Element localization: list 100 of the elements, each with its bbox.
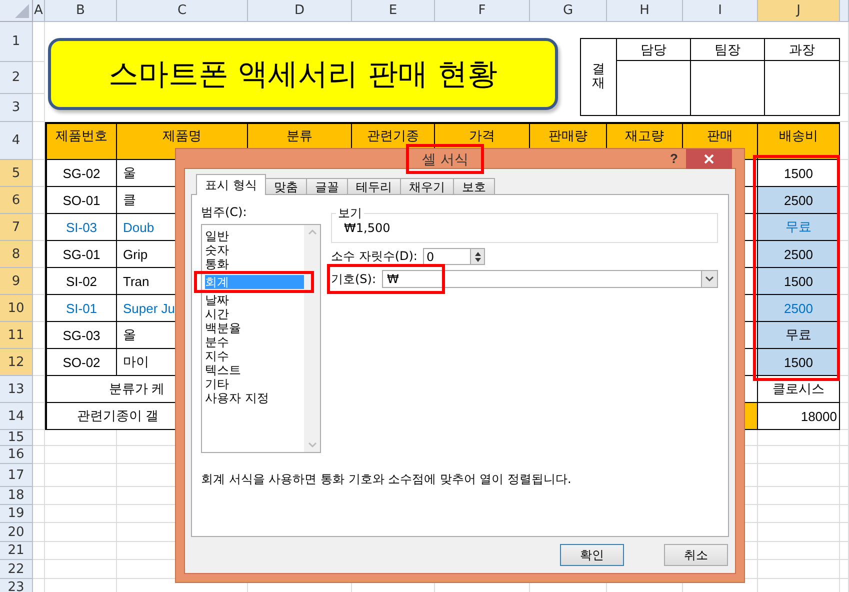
sheet-cell[interactable] [840, 505, 849, 523]
select-all-icon[interactable] [15, 4, 29, 18]
table-cell[interactable]: 2500 [758, 187, 840, 214]
sheet-cell[interactable] [840, 187, 849, 214]
row-header[interactable]: 7 [0, 214, 33, 241]
column-header[interactable]: E [352, 0, 435, 22]
table-cell[interactable]: 1500 [758, 349, 840, 376]
sheet-cell[interactable] [840, 160, 849, 187]
column-header[interactable]: I [683, 0, 758, 22]
sheet-cell[interactable] [45, 523, 117, 542]
sheet-cell[interactable] [758, 487, 840, 505]
sheet-cell[interactable] [33, 464, 45, 487]
sheet-cell[interactable] [758, 542, 840, 560]
sheet-cell[interactable] [33, 542, 45, 560]
sheet-cell[interactable] [840, 446, 849, 464]
sheet-cell[interactable] [840, 560, 849, 579]
row-header[interactable]: 22 [0, 560, 33, 579]
column-header[interactable]: H [607, 0, 683, 22]
row-header[interactable]: 21 [0, 542, 33, 560]
sheet-cell[interactable] [45, 446, 117, 464]
row-header[interactable]: 10 [0, 295, 33, 322]
category-item[interactable]: 사용자 지정 [205, 391, 304, 405]
sheet-cell[interactable] [840, 487, 849, 505]
dialog-tab[interactable]: 보호 [452, 178, 495, 195]
row-header[interactable]: 4 [0, 122, 33, 160]
row-header[interactable]: 17 [0, 464, 33, 487]
row-header[interactable]: 15 [0, 430, 33, 446]
sheet-cell[interactable] [758, 523, 840, 542]
sheet-cell[interactable] [33, 22, 45, 62]
sheet-cell[interactable] [33, 523, 45, 542]
header-cell: 제품번호 [45, 122, 117, 160]
sheet-cell[interactable] [45, 542, 117, 560]
sheet-cell[interactable] [840, 464, 849, 487]
column-header[interactable] [840, 0, 849, 22]
row-header[interactable]: 1 [0, 22, 33, 62]
sheet-cell[interactable] [758, 560, 840, 579]
dialog-tab[interactable]: 채우기 [400, 178, 454, 195]
row-header[interactable]: 11 [0, 322, 33, 349]
sheet-cell[interactable] [45, 487, 117, 505]
row-header[interactable]: 3 [0, 94, 33, 122]
sheet-cell[interactable] [840, 523, 849, 542]
dialog-tab[interactable]: 글꼴 [306, 178, 348, 195]
row-header[interactable]: 6 [0, 187, 33, 214]
sheet-cell[interactable] [33, 430, 45, 446]
ok-button[interactable]: 확인 [560, 544, 624, 566]
sheet-cell[interactable] [758, 446, 840, 464]
approval-header: 담당 [617, 39, 691, 61]
row-header[interactable]: 16 [0, 446, 33, 464]
row-header[interactable]: 18 [0, 487, 33, 505]
dialog-tab[interactable]: 테두리 [346, 178, 401, 195]
row-header[interactable]: 9 [0, 268, 33, 295]
sheet-cell[interactable] [33, 446, 45, 464]
sheet-cell[interactable] [33, 560, 45, 579]
cancel-button[interactable]: 취소 [664, 544, 728, 566]
sheet-cell[interactable] [33, 62, 45, 94]
sheet-cell[interactable] [840, 214, 849, 241]
close-button[interactable] [686, 149, 732, 169]
column-header[interactable]: G [530, 0, 607, 22]
sheet-cell[interactable] [45, 560, 117, 579]
sheet-cell[interactable] [33, 505, 45, 523]
sheet-cell[interactable] [758, 464, 840, 487]
row-header[interactable]: 23 [0, 579, 33, 592]
row-header[interactable]: 13 [0, 376, 33, 403]
row-header[interactable]: 20 [0, 523, 33, 542]
column-header[interactable]: F [435, 0, 530, 22]
column-header[interactable]: D [248, 0, 352, 22]
spin-arrows-icon[interactable] [474, 250, 482, 262]
sheet-cell[interactable] [33, 94, 45, 122]
row-header[interactable]: 8 [0, 241, 33, 268]
sheet-cell[interactable] [840, 542, 849, 560]
column-header[interactable]: A [33, 0, 45, 22]
table-cell[interactable]: 2500 [758, 241, 840, 268]
column-header[interactable]: B [45, 0, 117, 22]
sheet-cell[interactable] [840, 295, 849, 322]
sheet-cell[interactable] [45, 505, 117, 523]
header-cell: 배송비 [758, 122, 840, 160]
table-cell[interactable]: 1500 [758, 268, 840, 295]
sheet-cell[interactable] [758, 505, 840, 523]
row-header[interactable]: 5 [0, 160, 33, 187]
column-header[interactable]: J [758, 0, 840, 22]
row-header[interactable]: 14 [0, 403, 33, 430]
sheet-cell[interactable] [840, 268, 849, 295]
row-header[interactable]: 19 [0, 505, 33, 523]
sheet-cell[interactable] [840, 241, 849, 268]
symbol-dropdown[interactable]: ₩ [382, 270, 718, 288]
sheet-cell[interactable] [33, 487, 45, 505]
dialog-tab[interactable]: 맞춤 [264, 178, 307, 195]
dialog-tab[interactable]: 표시 형식 [196, 174, 266, 195]
row-header[interactable]: 2 [0, 62, 33, 94]
sheet-cell[interactable] [840, 349, 849, 376]
table-cell[interactable]: 무료 [758, 322, 840, 349]
decimals-field[interactable]: 0 [423, 248, 486, 265]
scroll-down-icon[interactable] [308, 442, 316, 448]
sheet-cell[interactable] [840, 322, 849, 349]
sheet-cell[interactable] [840, 430, 849, 446]
row-header[interactable]: 12 [0, 349, 33, 376]
scroll-up-icon[interactable] [308, 229, 316, 235]
category-item[interactable]: 기타 [205, 377, 304, 391]
column-header[interactable]: C [117, 0, 248, 22]
sheet-cell[interactable] [45, 464, 117, 487]
